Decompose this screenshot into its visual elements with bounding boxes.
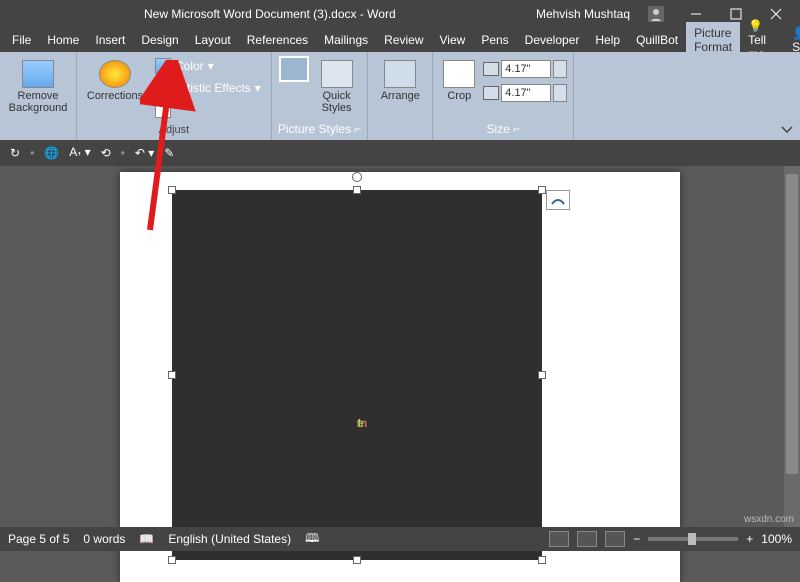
zoom-in-button[interactable]: + <box>746 532 753 546</box>
width-input-row <box>483 84 567 102</box>
tab-references[interactable]: References <box>239 29 316 51</box>
document-area[interactable]: mte <box>0 166 800 527</box>
zoom-out-button[interactable]: − <box>633 532 640 546</box>
tab-pens[interactable]: Pens <box>473 29 516 51</box>
qat-button-2[interactable]: ⟲ <box>101 146 111 160</box>
height-spinner[interactable] <box>553 60 567 78</box>
title-bar: New Microsoft Word Document (3).docx - W… <box>0 0 800 28</box>
resize-handle-n[interactable] <box>353 186 361 194</box>
tab-review[interactable]: Review <box>376 29 431 51</box>
tab-layout[interactable]: Layout <box>187 29 239 51</box>
ribbon: Remove Background Corrections Color ▾ Ar… <box>0 52 800 140</box>
remove-background-icon <box>22 60 54 88</box>
read-mode-button[interactable] <box>549 531 569 547</box>
resize-handle-se[interactable] <box>538 556 546 564</box>
watermark: wsxdn.com <box>744 514 794 525</box>
quick-styles-icon <box>321 60 353 88</box>
group-remove-background: Remove Background <box>0 52 77 140</box>
qat-button-1[interactable]: 🌐 <box>44 146 59 160</box>
tab-home[interactable]: Home <box>39 29 87 51</box>
chevron-down-icon: ▾ <box>255 81 261 95</box>
quick-styles-button[interactable]: Quick Styles <box>313 56 361 118</box>
remove-background-button[interactable]: Remove Background <box>6 56 70 118</box>
tab-insert[interactable]: Insert <box>87 29 133 51</box>
group-size-label: Size ⌐ <box>487 122 520 138</box>
style-thumb-1[interactable] <box>279 56 309 82</box>
user-name[interactable]: Mehvish Mushtaq <box>536 7 630 21</box>
group-picture-styles-label: Picture Styles ⌐ <box>278 122 361 138</box>
resize-handle-e[interactable] <box>538 371 546 379</box>
document-title: New Microsoft Word Document (3).docx - W… <box>144 7 396 21</box>
logo-m: m <box>357 416 358 430</box>
qat-separator: • <box>121 146 125 160</box>
web-layout-button[interactable] <box>605 531 625 547</box>
qat-separator: • <box>30 146 34 160</box>
remove-background-label: Remove Background <box>9 90 68 114</box>
height-input-row <box>483 60 567 78</box>
width-spinner[interactable] <box>553 84 567 102</box>
page-indicator[interactable]: Page 5 of 5 <box>8 532 69 546</box>
zoom-level[interactable]: 100% <box>761 532 792 546</box>
width-input[interactable] <box>501 84 551 102</box>
tab-design[interactable]: Design <box>133 29 186 51</box>
quick-styles-label: Quick Styles <box>322 90 352 114</box>
tab-mailings[interactable]: Mailings <box>316 29 376 51</box>
word-count[interactable]: 0 words <box>83 532 125 546</box>
print-layout-button[interactable] <box>577 531 597 547</box>
page[interactable]: mte <box>120 172 680 582</box>
scrollbar-thumb[interactable] <box>786 174 798 474</box>
crop-button[interactable]: Crop <box>439 56 479 106</box>
tab-developer[interactable]: Developer <box>517 29 588 51</box>
group-arrange: Arrange <box>368 52 433 140</box>
corrections-button[interactable]: Corrections <box>83 56 147 106</box>
arrange-label: Arrange <box>381 90 420 102</box>
vertical-scrollbar[interactable] <box>784 166 800 527</box>
height-input[interactable] <box>501 60 551 78</box>
redo-button[interactable]: ↻ <box>10 146 20 160</box>
tab-file[interactable]: File <box>4 29 39 51</box>
accessibility-icon[interactable]: 🕮 <box>305 529 319 550</box>
chevron-down-icon: ▾ <box>208 59 214 73</box>
collapse-ribbon-button[interactable] <box>780 124 794 138</box>
dialog-launcher-icon[interactable]: ⌐ <box>354 122 361 136</box>
zoom-slider-thumb[interactable] <box>688 533 696 545</box>
crop-label: Crop <box>447 90 471 102</box>
height-icon <box>483 62 499 76</box>
tab-view[interactable]: View <box>432 29 474 51</box>
selected-picture[interactable]: mte <box>172 190 542 560</box>
group-picture-styles: Quick Styles Picture Styles ⌐ <box>272 52 368 140</box>
resize-handle-ne[interactable] <box>538 186 546 194</box>
spellcheck-icon[interactable]: 📖 <box>139 532 154 546</box>
arrange-icon <box>384 60 416 88</box>
ribbon-tabs: File Home Insert Design Layout Reference… <box>0 28 800 52</box>
resize-handle-w[interactable] <box>168 371 176 379</box>
tab-quillbot[interactable]: QuillBot <box>628 29 686 51</box>
resize-handle-s[interactable] <box>353 556 361 564</box>
corrections-label: Corrections <box>87 90 143 102</box>
language-indicator[interactable]: English (United States) <box>168 532 291 546</box>
layout-options-button[interactable] <box>546 190 570 210</box>
zoom-slider[interactable] <box>648 537 738 541</box>
annotation-arrow <box>140 60 200 240</box>
tab-help[interactable]: Help <box>587 29 628 51</box>
user-avatar-icon[interactable] <box>636 0 676 28</box>
dialog-launcher-icon[interactable]: ⌐ <box>513 122 520 136</box>
rotation-handle[interactable] <box>352 172 362 182</box>
quick-access-toolbar: ↻ • 🌐 Aꜛ ▾ ⟲ • ↶ ▾ ✎ <box>0 140 800 166</box>
width-icon <box>483 86 499 100</box>
corrections-icon <box>99 60 131 88</box>
group-size: Crop Size ⌐ <box>433 52 574 140</box>
arrange-button[interactable]: Arrange <box>374 56 426 106</box>
qat-font-button[interactable]: Aꜛ ▾ <box>69 145 90 161</box>
logo-text: mte <box>357 289 358 462</box>
status-bar: Page 5 of 5 0 words 📖 English (United St… <box>0 527 800 551</box>
resize-handle-sw[interactable] <box>168 556 176 564</box>
crop-icon <box>443 60 475 88</box>
